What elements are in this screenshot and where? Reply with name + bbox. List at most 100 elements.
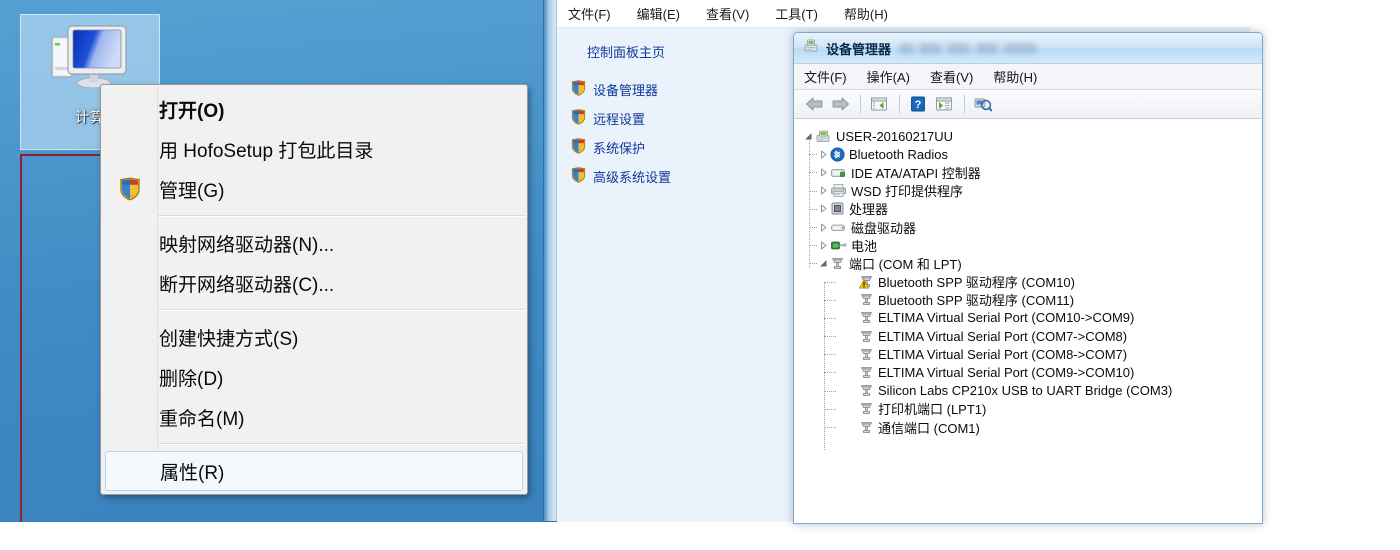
tree-node[interactable]: 通信端口 (COM1) xyxy=(794,418,1262,436)
context-menu-item[interactable]: 断开网络驱动器(C)... xyxy=(101,263,527,303)
tree-node-label: ELTIMA Virtual Serial Port (COM9->COM10) xyxy=(878,365,1135,381)
tree-guide-horizontal xyxy=(809,209,817,210)
tree-node-label: 打印机端口 (LPT1) xyxy=(878,402,987,418)
context-menu-item[interactable]: 映射网络驱动器(N)... xyxy=(101,223,527,263)
tree-node-label: Bluetooth SPP 驱动程序 (COM10) xyxy=(878,275,1075,291)
context-menu-item[interactable]: 管理(G) xyxy=(101,169,527,209)
tree-node[interactable]: ELTIMA Virtual Serial Port (COM10->COM9) xyxy=(794,309,1262,327)
chevron-right-icon[interactable] xyxy=(817,202,830,215)
tree-node[interactable]: ELTIMA Virtual Serial Port (COM7->COM8) xyxy=(794,327,1262,345)
task-label: 远程设置 xyxy=(593,112,646,127)
tree-node-leaf-spacer xyxy=(846,384,859,397)
tree-guide-horizontal xyxy=(809,263,817,264)
tree-node[interactable]: 磁盘驱动器 xyxy=(794,218,1262,236)
tree-guide-horizontal xyxy=(824,409,836,410)
tree-node-label: Bluetooth SPP 驱动程序 (COM11) xyxy=(878,293,1075,309)
task-remote-settings[interactable]: 远程设置 xyxy=(557,104,797,133)
tree-node-leaf-spacer xyxy=(846,330,859,343)
task-advanced-system-settings[interactable]: 高级系统设置 xyxy=(557,162,797,191)
screen-root: 计算 文件(F) 编辑(E) 查看(V) 工具(T) 帮助(H) 控制面板主页 xyxy=(0,0,1400,550)
tree-node[interactable]: IDE ATA/ATAPI 控制器 xyxy=(794,163,1262,181)
dm-menu-help[interactable]: 帮助(H) xyxy=(993,67,1037,86)
shield-icon xyxy=(571,109,586,128)
tree-node[interactable]: WSD 打印提供程序 xyxy=(794,182,1262,200)
port-icon xyxy=(859,274,874,289)
task-label: 高级系统设置 xyxy=(593,170,672,185)
port-icon xyxy=(859,347,874,362)
context-menu-item[interactable]: 重命名(M) xyxy=(101,397,527,437)
tree-node[interactable]: ELTIMA Virtual Serial Port (COM9->COM10) xyxy=(794,363,1262,381)
context-menu-item-label: 属性(R) xyxy=(160,462,225,484)
task-label: 设备管理器 xyxy=(593,83,659,98)
task-device-manager[interactable]: 设备管理器 xyxy=(557,75,797,104)
context-menu-separator xyxy=(103,215,525,217)
shield-icon xyxy=(571,80,586,99)
tree-guide-horizontal xyxy=(824,300,836,301)
cp-menu-tools[interactable]: 工具(T) xyxy=(772,2,821,25)
tree-node[interactable]: USER-20160217UU xyxy=(794,127,1262,145)
tree-node[interactable]: Silicon Labs CP210x USB to UART Bridge (… xyxy=(794,382,1262,400)
printer-icon xyxy=(830,183,847,198)
back-arrow-icon[interactable] xyxy=(802,93,826,115)
tree-node-label: IDE ATA/ATAPI 控制器 xyxy=(851,165,981,181)
context-menu-item[interactable]: 属性(R) xyxy=(105,451,523,491)
control-panel-home-link[interactable]: 控制面板主页 xyxy=(557,30,797,75)
dm-menu-view[interactable]: 查看(V) xyxy=(930,67,973,86)
tree-node-label: 电池 xyxy=(851,238,878,254)
properties-icon[interactable] xyxy=(932,93,956,115)
forward-arrow-icon[interactable] xyxy=(828,93,852,115)
chevron-down-icon[interactable] xyxy=(817,257,830,270)
chevron-right-icon[interactable] xyxy=(817,166,830,179)
device-manager-tree[interactable]: USER-20160217UU Bluetooth Radios IDE ATA… xyxy=(794,119,1262,523)
chevron-right-icon[interactable] xyxy=(817,239,830,252)
cp-menu-edit[interactable]: 编辑(E) xyxy=(634,2,683,25)
tree-node[interactable]: ELTIMA Virtual Serial Port (COM8->COM7) xyxy=(794,345,1262,363)
tree-node-label: Silicon Labs CP210x USB to UART Bridge (… xyxy=(878,383,1173,399)
tree-node-leaf-spacer xyxy=(846,348,859,361)
tree-guide-horizontal xyxy=(809,227,817,228)
tree-node-label: 端口 (COM 和 LPT) xyxy=(849,256,962,272)
context-menu-item[interactable]: 创建快捷方式(S) xyxy=(101,317,527,357)
processor-icon xyxy=(830,201,845,216)
tree-node-leaf-spacer xyxy=(846,421,859,434)
ide-controller-icon xyxy=(830,165,847,180)
tree-node[interactable]: Bluetooth Radios xyxy=(794,145,1262,163)
device-manager-titlebar[interactable]: 设备管理器 xyxy=(794,33,1262,64)
dm-menu-file[interactable]: 文件(F) xyxy=(804,67,847,86)
tree-node[interactable]: 电池 xyxy=(794,236,1262,254)
context-menu-separator xyxy=(103,443,525,445)
dm-menu-action[interactable]: 操作(A) xyxy=(867,67,910,86)
tree-guide-horizontal xyxy=(809,191,817,192)
tree-node[interactable]: Bluetooth SPP 驱动程序 (COM10) xyxy=(794,273,1262,291)
cp-menu-file[interactable]: 文件(F) xyxy=(565,2,614,25)
context-menu-item[interactable]: 删除(D) xyxy=(101,357,527,397)
tree-node[interactable]: 处理器 xyxy=(794,200,1262,218)
context-menu-item[interactable]: 打开(O) xyxy=(101,89,527,129)
tree-guide-horizontal xyxy=(824,391,836,392)
task-system-protection[interactable]: 系统保护 xyxy=(557,133,797,162)
tree-node-leaf-spacer xyxy=(846,311,859,324)
tree-node[interactable]: 端口 (COM 和 LPT) xyxy=(794,254,1262,272)
tree-node[interactable]: 打印机端口 (LPT1) xyxy=(794,400,1262,418)
tree-node[interactable]: Bluetooth SPP 驱动程序 (COM11) xyxy=(794,291,1262,309)
chevron-right-icon[interactable] xyxy=(817,148,830,161)
context-menu-item-label: 管理(G) xyxy=(159,180,225,202)
context-menu-item[interactable]: 用 HofoSetup 打包此目录 xyxy=(101,129,527,169)
cp-menu-help[interactable]: 帮助(H) xyxy=(841,2,891,25)
device-manager-toolbar: ? xyxy=(794,90,1262,119)
scan-hardware-changes-icon[interactable] xyxy=(971,93,995,115)
desktop-context-menu[interactable]: 打开(O) 用 HofoSetup 打包此目录 管理(G) 映射网络驱动器(N)..… xyxy=(100,84,528,495)
context-menu-separator xyxy=(103,309,525,311)
chevron-down-icon[interactable] xyxy=(802,130,815,143)
tree-node-label: ELTIMA Virtual Serial Port (COM8->COM7) xyxy=(878,346,1128,362)
svg-text:?: ? xyxy=(915,99,922,111)
tree-node-label: WSD 打印提供程序 xyxy=(851,184,963,200)
cp-menu-view[interactable]: 查看(V) xyxy=(703,2,752,25)
show-hide-console-tree-icon[interactable] xyxy=(867,93,891,115)
help-icon[interactable]: ? xyxy=(906,93,930,115)
chevron-right-icon[interactable] xyxy=(817,184,830,197)
chevron-right-icon[interactable] xyxy=(817,221,830,234)
shield-icon xyxy=(571,138,586,157)
tree-node-leaf-spacer xyxy=(846,275,859,288)
device-manager-menubar: 文件(F) 操作(A) 查看(V) 帮助(H) xyxy=(794,64,1262,90)
